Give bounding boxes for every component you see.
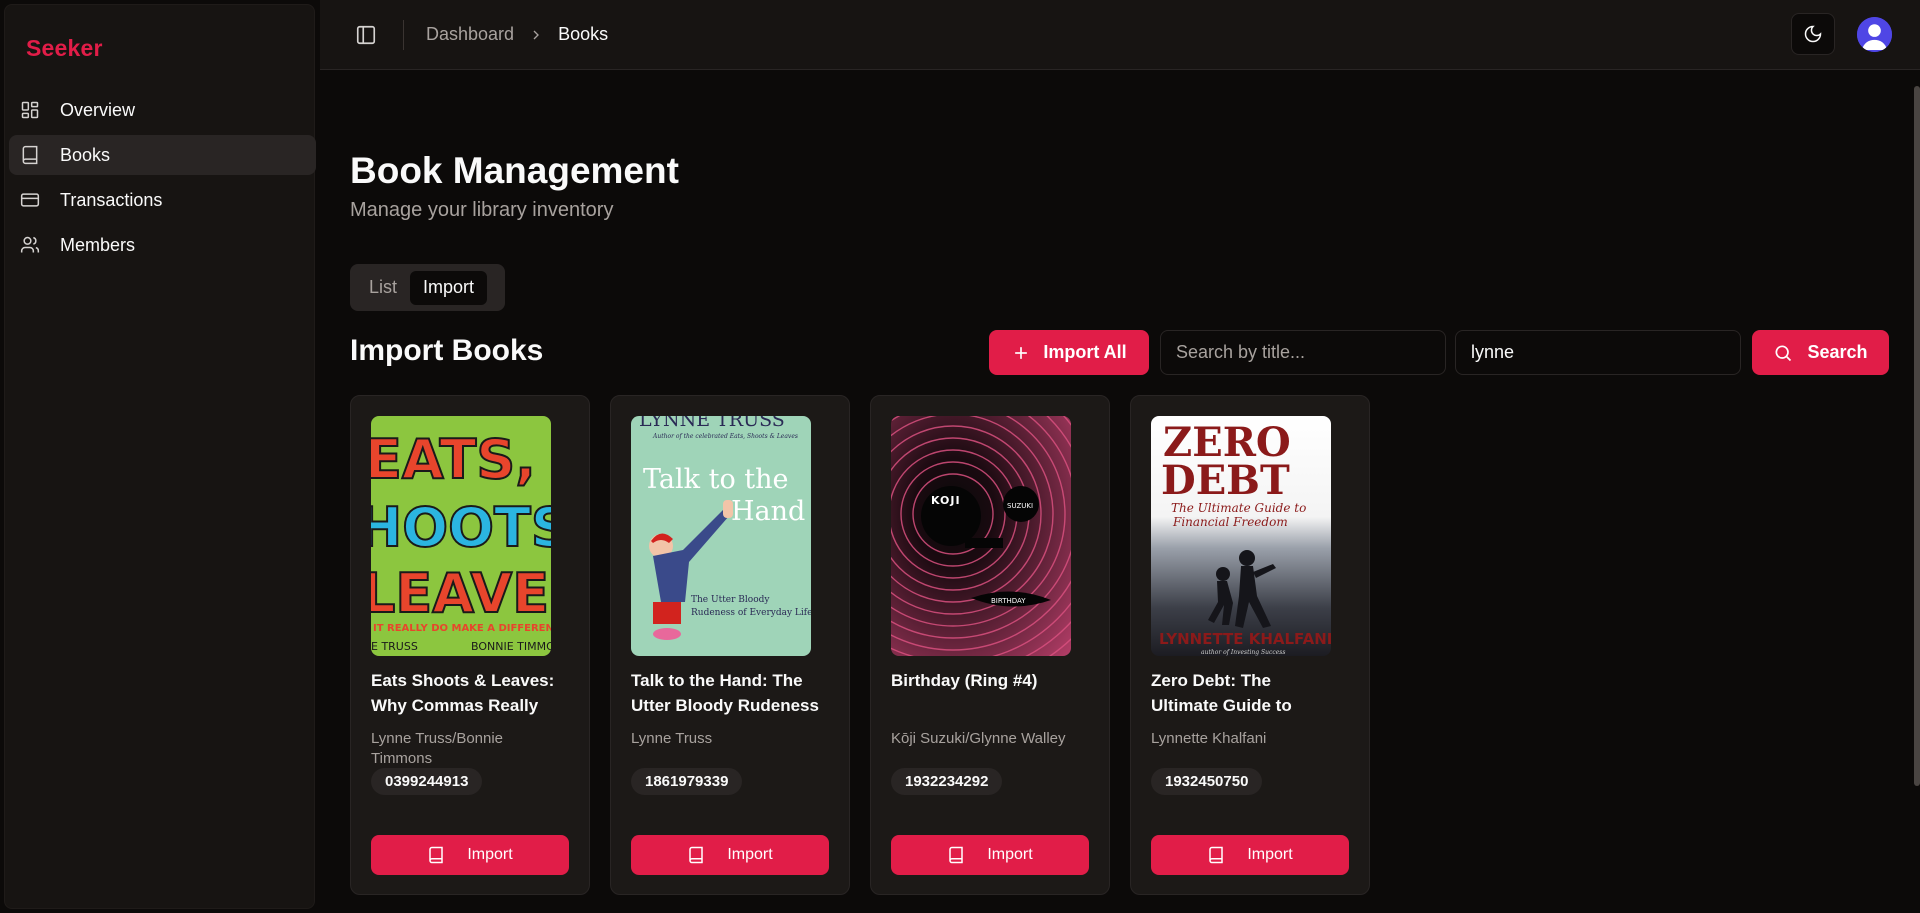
import-all-label: Import All — [1043, 342, 1127, 362]
cover-line: BONNIE TIMMO — [471, 640, 551, 653]
import-button[interactable]: Import — [1151, 835, 1349, 875]
cover-line: Hand — [731, 496, 805, 527]
main-scrollbar[interactable] — [1914, 86, 1920, 786]
breadcrumb-dashboard[interactable]: Dashboard — [426, 24, 514, 45]
cover-line: Rudeness of Everyday Life — [691, 608, 811, 618]
tab-list[interactable]: List — [356, 271, 410, 305]
cover-line: EATS, — [371, 428, 536, 491]
cover-line: SUZUKI — [1007, 502, 1033, 510]
sidebar-item-overview[interactable]: Overview — [9, 90, 316, 130]
moon-icon — [1804, 25, 1822, 43]
breadcrumb-books: Books — [558, 24, 609, 44]
chevron-right-icon — [528, 27, 544, 43]
isbn-badge: 1932450750 — [1151, 768, 1263, 795]
view-tabs: List Import — [350, 264, 505, 311]
avatar[interactable] — [1857, 17, 1892, 52]
book-icon — [1209, 846, 1224, 864]
search-title-input[interactable] — [1160, 330, 1446, 375]
book-title: Zero Debt: The Ultimate Guide to Financi… — [1151, 671, 1292, 715]
book-title: Talk to the Hand: The Utter Bloody Ruden… — [631, 671, 819, 715]
book-cover-image: EATS, HOOTS LEAVES IT REALLY DO MAKE A D… — [371, 416, 551, 656]
book-icon — [689, 846, 704, 864]
cover-line: E TRUSS — [371, 640, 418, 653]
isbn-badge: 1932234292 — [891, 768, 1003, 795]
page-title: Book Management — [350, 150, 679, 191]
import-label: Import — [727, 846, 773, 863]
user-avatar-icon — [1857, 17, 1892, 52]
cover-line: LYNNE TRUSS — [639, 416, 785, 431]
book-cover-image: LYNNE TRUSS Author of the celebrated Eat… — [631, 416, 811, 656]
book-author: Lynnette Khalfani — [1151, 730, 1267, 747]
top-header: Dashboard Books — [320, 0, 1920, 70]
main-content: Book Management Manage your library inve… — [320, 71, 1920, 913]
sidebar-item-members[interactable]: Members — [9, 225, 316, 265]
book-icon — [20, 145, 40, 165]
import-label: Import — [987, 846, 1033, 863]
cover-line: Author of the celebrated Eats, Shoots & … — [652, 433, 798, 440]
sidebar-toggle-icon[interactable] — [355, 24, 377, 46]
cover-line: IT REALLY DO MAKE A DIFFERENCE — [373, 623, 551, 634]
plus-icon — [1015, 346, 1028, 359]
cover-line: LEAVES — [371, 562, 551, 625]
import-label: Import — [1247, 846, 1293, 863]
book-author: Kōji Suzuki/Glynne Walley — [891, 730, 1066, 747]
cover-line: DEBT — [1161, 457, 1290, 504]
sidebar: Seeker Overview Books Transactions Membe… — [4, 4, 316, 909]
search-icon — [1775, 345, 1792, 361]
import-button[interactable]: Import — [631, 835, 829, 875]
theme-toggle-button[interactable] — [1791, 13, 1835, 55]
users-icon — [20, 235, 40, 255]
book-title: Birthday (Ring #4) — [891, 671, 1038, 690]
header-divider — [403, 20, 404, 50]
breadcrumb: Dashboard Books — [426, 24, 608, 45]
cover-line: Financial Freedom — [1172, 515, 1288, 529]
book-author: Lynne Truss — [631, 730, 713, 747]
book-card: EATS, HOOTS LEAVES IT REALLY DO MAKE A D… — [350, 395, 590, 895]
import-button[interactable]: Import — [371, 835, 569, 875]
book-title: Eats Shoots & Leaves: Why Commas Really … — [371, 671, 555, 715]
cover-line: Talk to the — [643, 464, 789, 495]
brand-logo[interactable]: Seeker — [26, 35, 103, 62]
cover-line: author of Investing Success — [1201, 649, 1285, 656]
book-card-grid: EATS, HOOTS LEAVES IT REALLY DO MAKE A D… — [350, 395, 1370, 895]
sidebar-item-transactions[interactable]: Transactions — [9, 180, 316, 220]
page-subtitle: Manage your library inventory — [350, 199, 614, 221]
book-card: KOJI SUZUKI BIRTHDAY Birthday (Ring #4) … — [870, 395, 1110, 895]
book-card: LYNNE TRUSS Author of the celebrated Eat… — [610, 395, 850, 895]
cover-line: The Utter Bloody — [691, 595, 770, 605]
dashboard-icon — [20, 100, 40, 120]
sidebar-item-label: Books — [60, 144, 111, 165]
book-icon — [429, 846, 444, 864]
isbn-badge: 0399244913 — [371, 768, 483, 795]
search-author-input[interactable] — [1455, 330, 1741, 375]
cover-line: LYNNETTE KHALFANI — [1159, 630, 1331, 648]
book-icon — [949, 846, 964, 864]
credit-card-icon — [20, 190, 40, 210]
sidebar-item-label: Transactions — [60, 189, 163, 210]
import-all-button[interactable]: Import All — [989, 330, 1149, 375]
tab-import[interactable]: Import — [410, 270, 488, 305]
search-label: Search — [1807, 342, 1868, 362]
book-cover-image: ZERO DEBT The Ultimate Guide to Financia… — [1151, 416, 1331, 656]
import-button[interactable]: Import — [891, 835, 1089, 875]
search-button[interactable]: Search — [1752, 330, 1889, 375]
cover-line: HOOTS — [371, 496, 551, 559]
book-cover-image: KOJI SUZUKI BIRTHDAY — [891, 416, 1071, 656]
cover-line: The Ultimate Guide to — [1171, 501, 1306, 515]
section-title: Import Books — [350, 334, 544, 367]
book-card: ZERO DEBT The Ultimate Guide to Financia… — [1130, 395, 1370, 895]
sidebar-item-label: Members — [60, 234, 136, 255]
sidebar-nav: Overview Books Transactions Members — [9, 90, 316, 270]
sidebar-item-books[interactable]: Books — [9, 135, 316, 175]
isbn-badge: 1861979339 — [631, 768, 743, 795]
book-author: Lynne Truss/Bonnie Timmons — [371, 730, 504, 767]
import-label: Import — [467, 846, 513, 863]
cover-line: KOJI — [931, 494, 961, 507]
sidebar-item-label: Overview — [60, 99, 136, 120]
cover-line: BIRTHDAY — [991, 597, 1026, 605]
